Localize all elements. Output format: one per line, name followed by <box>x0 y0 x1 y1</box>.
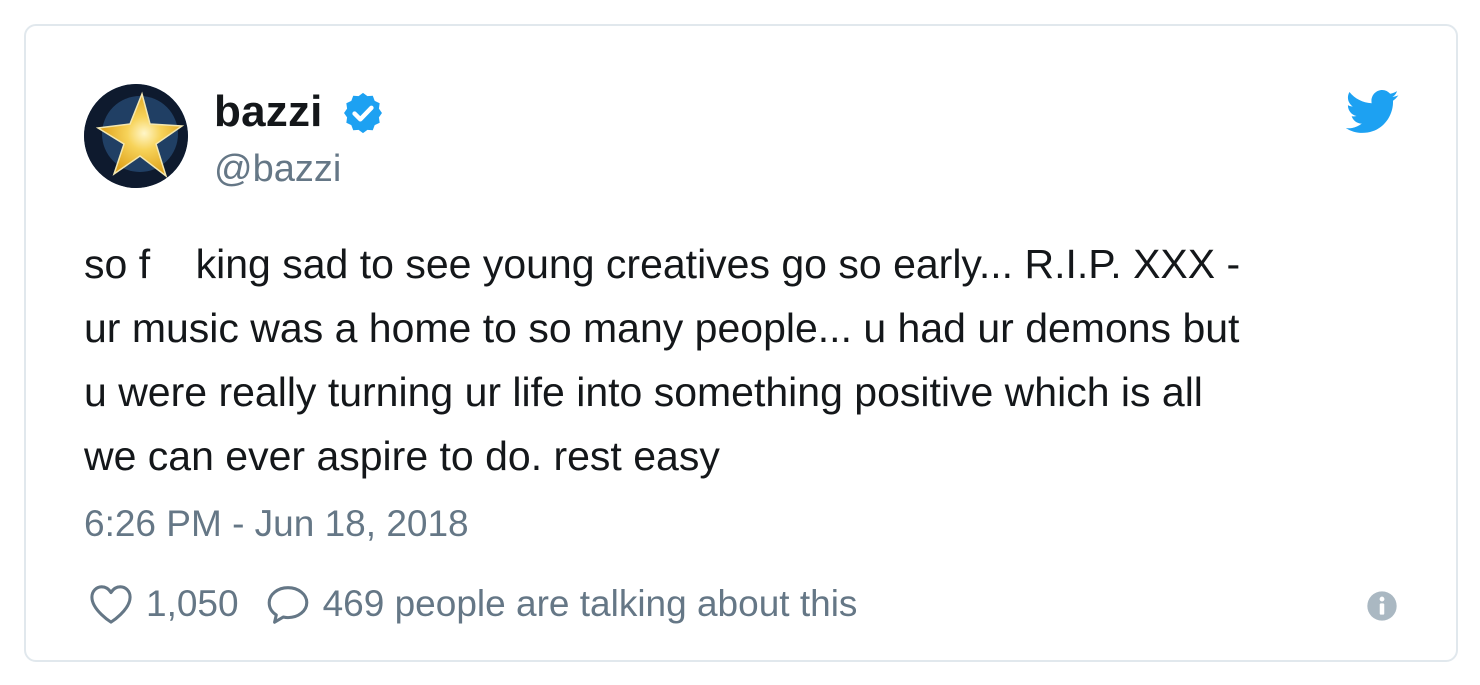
tweet-card: bazzi @bazzi so f king sad to see young … <box>24 24 1458 662</box>
star-avatar-image <box>84 84 188 188</box>
heart-outline-icon[interactable] <box>88 583 134 625</box>
tweet-text: so f king sad to see young creatives go … <box>84 241 1241 479</box>
avatar[interactable] <box>84 84 188 188</box>
display-name[interactable]: bazzi <box>214 86 323 138</box>
twitter-bird-icon[interactable] <box>1346 90 1400 134</box>
user-handle[interactable]: @bazzi <box>214 146 341 192</box>
speech-bubble-icon[interactable] <box>265 582 311 626</box>
tweet-timestamp[interactable]: 6:26 PM - Jun 18, 2018 <box>84 502 469 546</box>
info-icon[interactable] <box>1366 590 1398 622</box>
tweet-actions: 1,050 469 people are talking about this <box>88 580 857 628</box>
verified-badge-icon <box>344 92 382 134</box>
talking-about-count[interactable]: 469 people are talking about this <box>323 583 858 625</box>
like-count[interactable]: 1,050 <box>146 583 239 625</box>
